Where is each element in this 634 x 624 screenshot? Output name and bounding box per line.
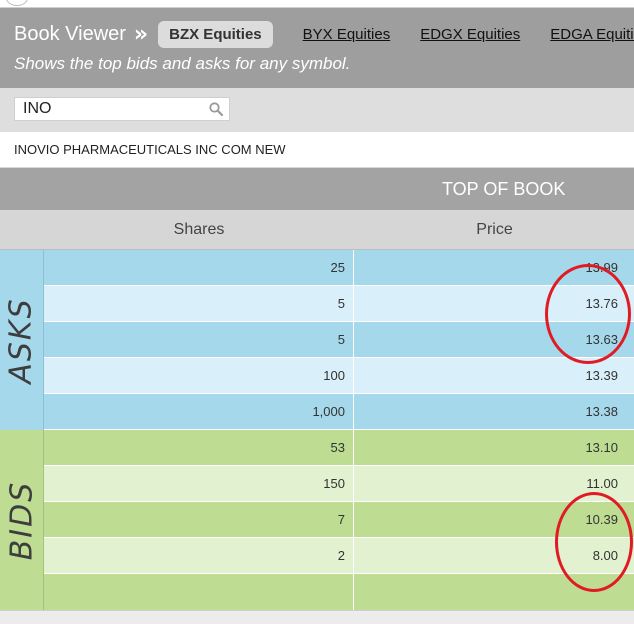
ask-price: 13.76 xyxy=(585,296,618,311)
bid-shares xyxy=(44,574,354,610)
column-header-row: Shares Price xyxy=(0,210,634,250)
symbol-search-input[interactable] xyxy=(15,98,205,120)
ask-row: 100 13.39 xyxy=(44,358,634,394)
book-header: TOP OF BOOK xyxy=(0,168,634,210)
bid-shares: 53 xyxy=(44,430,354,466)
bottom-strip xyxy=(0,610,634,624)
header-bar: Book Viewer » BZX Equities BYX Equities … xyxy=(0,8,634,88)
bid-row: 150 11.00 xyxy=(44,466,634,502)
tab-edga-equities[interactable]: EDGA Equities xyxy=(550,26,634,43)
partial-circle-icon xyxy=(6,0,28,6)
shares-column-header: Shares xyxy=(173,221,225,238)
top-window-strip xyxy=(0,0,634,8)
company-name: INOVIO PHARMACEUTICALS INC COM NEW xyxy=(14,142,286,157)
bid-price: 8.00 xyxy=(592,548,618,563)
ask-price: 13.38 xyxy=(585,404,618,419)
bid-price: 10.39 xyxy=(585,512,618,527)
page-subtitle: Shows the top bids and asks for any symb… xyxy=(14,54,351,73)
ask-row: 5 13.76 xyxy=(44,286,634,322)
ask-price: 13.39 xyxy=(585,368,618,383)
bid-price xyxy=(355,574,634,610)
ask-row: 5 13.63 xyxy=(44,322,634,358)
ask-row: 1,000 13.38 xyxy=(44,394,634,430)
bid-shares: 150 xyxy=(44,466,354,502)
bids-side-label: BIDS xyxy=(0,430,44,610)
tab-byx-equities[interactable]: BYX Equities xyxy=(303,26,391,43)
bid-price: 13.10 xyxy=(585,440,618,455)
ask-shares: 25 xyxy=(44,250,354,286)
bid-price: 11.00 xyxy=(586,476,618,491)
bids-label: BIDS xyxy=(4,480,40,560)
bid-row: 53 13.10 xyxy=(44,430,634,466)
ask-shares: 100 xyxy=(44,358,354,394)
app-title: Book Viewer xyxy=(14,22,126,45)
ask-shares: 5 xyxy=(44,322,354,358)
ask-price: 13.99 xyxy=(585,260,618,275)
asks-label: ASKS xyxy=(4,296,39,384)
bid-row-empty xyxy=(44,574,634,610)
top-of-book-title: TOP OF BOOK xyxy=(442,179,566,199)
search-band xyxy=(0,88,634,132)
ask-price: 13.63 xyxy=(585,332,618,347)
ask-row: 25 13.99 xyxy=(44,250,634,286)
ask-shares: 1,000 xyxy=(44,394,354,430)
title-row: Book Viewer » BZX Equities BYX Equities … xyxy=(14,20,634,48)
bid-shares: 2 xyxy=(44,538,354,574)
double-chevron-icon: » xyxy=(133,21,148,47)
bid-row: 7 10.39 xyxy=(44,502,634,538)
tab-bzx-equities[interactable]: BZX Equities xyxy=(158,20,273,48)
company-row: INOVIO PHARMACEUTICALS INC COM NEW xyxy=(0,132,634,168)
symbol-search-box xyxy=(14,97,230,121)
asks-side-label: ASKS xyxy=(0,250,44,430)
search-icon[interactable] xyxy=(208,101,224,117)
bid-row: 2 8.00 xyxy=(44,538,634,574)
bid-shares: 7 xyxy=(44,502,354,538)
ask-shares: 5 xyxy=(44,286,354,322)
tab-edgx-equities[interactable]: EDGX Equities xyxy=(420,26,520,43)
price-column-header: Price xyxy=(476,221,513,238)
